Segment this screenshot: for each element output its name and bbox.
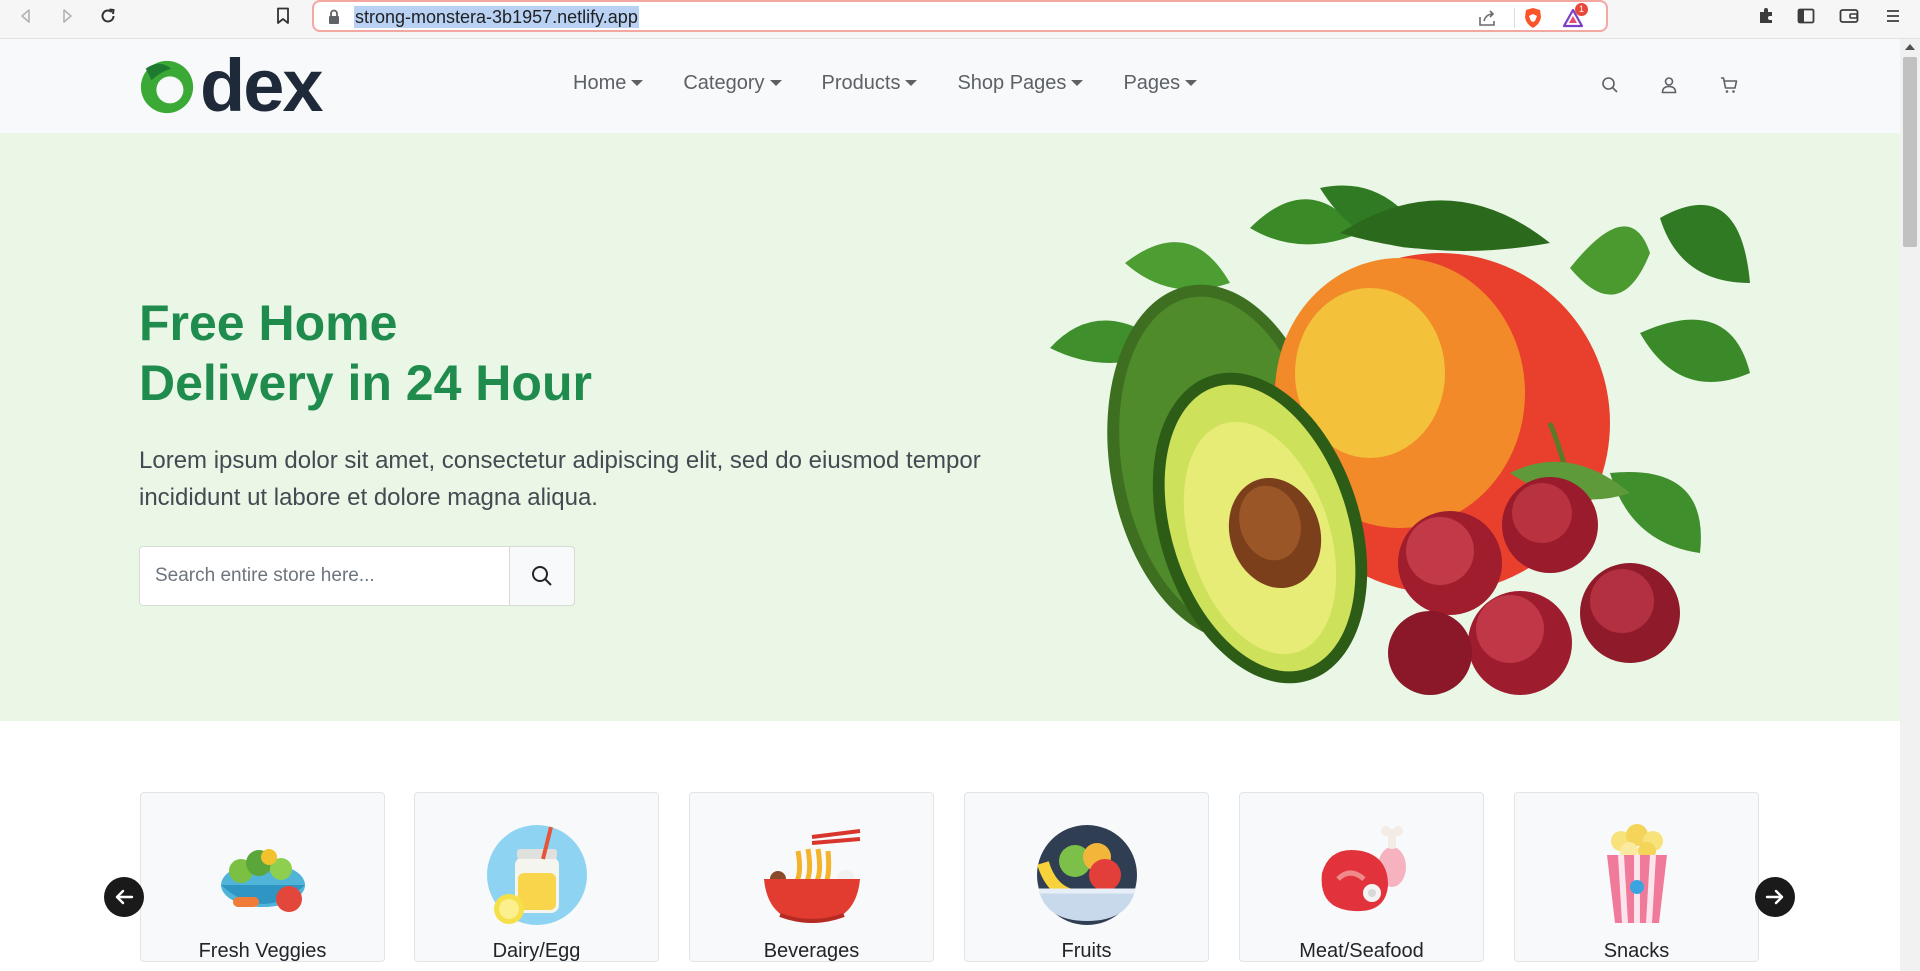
noodle-bowl-icon	[764, 829, 861, 923]
category-card-meat-seafood[interactable]: Meat/Seafood	[1239, 792, 1484, 962]
carousel-next-button[interactable]	[1755, 877, 1795, 917]
divider	[1514, 8, 1515, 28]
fruit-image	[1050, 185, 1750, 695]
nav-home[interactable]: Home	[573, 72, 644, 95]
search-input[interactable]	[139, 546, 509, 606]
nav-category-label: Category	[683, 72, 765, 94]
bookmark-icon[interactable]	[271, 4, 295, 28]
category-label: Fruits	[1061, 940, 1112, 962]
category-label: Beverages	[763, 940, 860, 962]
user-icon[interactable]	[1657, 73, 1681, 97]
search-icon[interactable]	[1598, 73, 1622, 97]
main-nav: Home Category Products Shop Pages Pages	[573, 72, 1237, 95]
nav-pages[interactable]: Pages	[1123, 72, 1198, 95]
cart-icon[interactable]	[1717, 73, 1741, 97]
page-scrollbar[interactable]	[1900, 39, 1920, 971]
wallet-icon[interactable]	[1838, 5, 1860, 27]
nav-shop-pages[interactable]: Shop Pages	[957, 72, 1084, 95]
site-header: dex Home Category Products Shop Pages Pa…	[0, 39, 1900, 133]
address-bar[interactable]: strong-monstera-3b1957.netlify.app 1	[312, 0, 1608, 32]
scrollbar-thumb[interactable]	[1903, 57, 1917, 247]
menu-icon[interactable]	[1882, 5, 1904, 27]
logo[interactable]: dex	[138, 44, 324, 127]
logo-mark-icon	[140, 60, 194, 114]
nav-home-label: Home	[573, 72, 627, 94]
nav-category[interactable]: Category	[683, 72, 782, 95]
juice-jar-icon	[487, 825, 587, 925]
category-card-snacks[interactable]: Snacks	[1514, 792, 1759, 962]
category-card-fruits[interactable]: Fruits	[964, 792, 1209, 962]
caret-down-icon	[631, 79, 644, 86]
hero-title-line2: Delivery in 24 Hour	[139, 355, 592, 411]
carousel-prev-button[interactable]	[104, 877, 144, 917]
back-arrow-icon[interactable]	[14, 4, 38, 28]
brave-shield-icon[interactable]	[1522, 7, 1544, 29]
category-carousel: Fresh Veggies Dairy/Egg Beverages Fruits…	[0, 721, 1900, 971]
category-label: Fresh Veggies	[198, 940, 327, 962]
arrow-right-icon	[1765, 889, 1784, 905]
reload-icon[interactable]	[96, 4, 120, 28]
sidebar-icon[interactable]	[1795, 5, 1817, 27]
share-icon[interactable]	[1477, 7, 1499, 29]
scroll-up-icon[interactable]	[1905, 44, 1915, 50]
arrow-left-icon	[115, 889, 134, 905]
nav-pages-label: Pages	[1123, 72, 1181, 94]
fruit-bowl-icon	[1037, 825, 1137, 925]
caret-down-icon	[1071, 79, 1084, 86]
url-text[interactable]: strong-monstera-3b1957.netlify.app	[354, 6, 639, 28]
caret-down-icon	[1185, 79, 1198, 86]
brave-rewards-icon[interactable]: 1	[1562, 3, 1588, 29]
forward-arrow-icon[interactable]	[55, 4, 79, 28]
category-label: Dairy/Egg	[492, 940, 581, 962]
hero-description: Lorem ipsum dolor sit amet, consectetur …	[139, 447, 981, 511]
puzzle-icon[interactable]	[1755, 5, 1777, 27]
browser-toolbar: strong-monstera-3b1957.netlify.app 1	[0, 0, 1920, 39]
popcorn-icon	[1607, 824, 1667, 924]
hero-title: Free Home Delivery in 24 Hour	[139, 293, 592, 413]
hero-banner: Free Home Delivery in 24 Hour Lorem ipsu…	[0, 133, 1900, 721]
meat-icon	[1321, 826, 1406, 912]
search-icon	[532, 566, 552, 586]
category-label: Snacks	[1603, 940, 1670, 962]
nav-products[interactable]: Products	[822, 72, 918, 95]
rewards-badge: 1	[1575, 3, 1588, 16]
hero-title-line1: Free Home	[139, 295, 398, 351]
caret-down-icon	[769, 79, 782, 86]
category-card-beverages[interactable]: Beverages	[689, 792, 934, 962]
caret-down-icon	[905, 79, 918, 86]
category-card-dairy-egg[interactable]: Dairy/Egg	[414, 792, 659, 962]
nav-products-label: Products	[821, 72, 901, 94]
category-card-fresh-veggies[interactable]: Fresh Veggies	[140, 792, 385, 962]
category-label: Meat/Seafood	[1299, 940, 1424, 962]
nav-shop-pages-label: Shop Pages	[957, 72, 1067, 94]
logo-text: dex	[200, 44, 324, 127]
search-button[interactable]	[509, 546, 575, 606]
salad-bowl-icon	[221, 849, 305, 912]
lock-icon	[327, 9, 341, 24]
hero-search	[139, 546, 575, 606]
